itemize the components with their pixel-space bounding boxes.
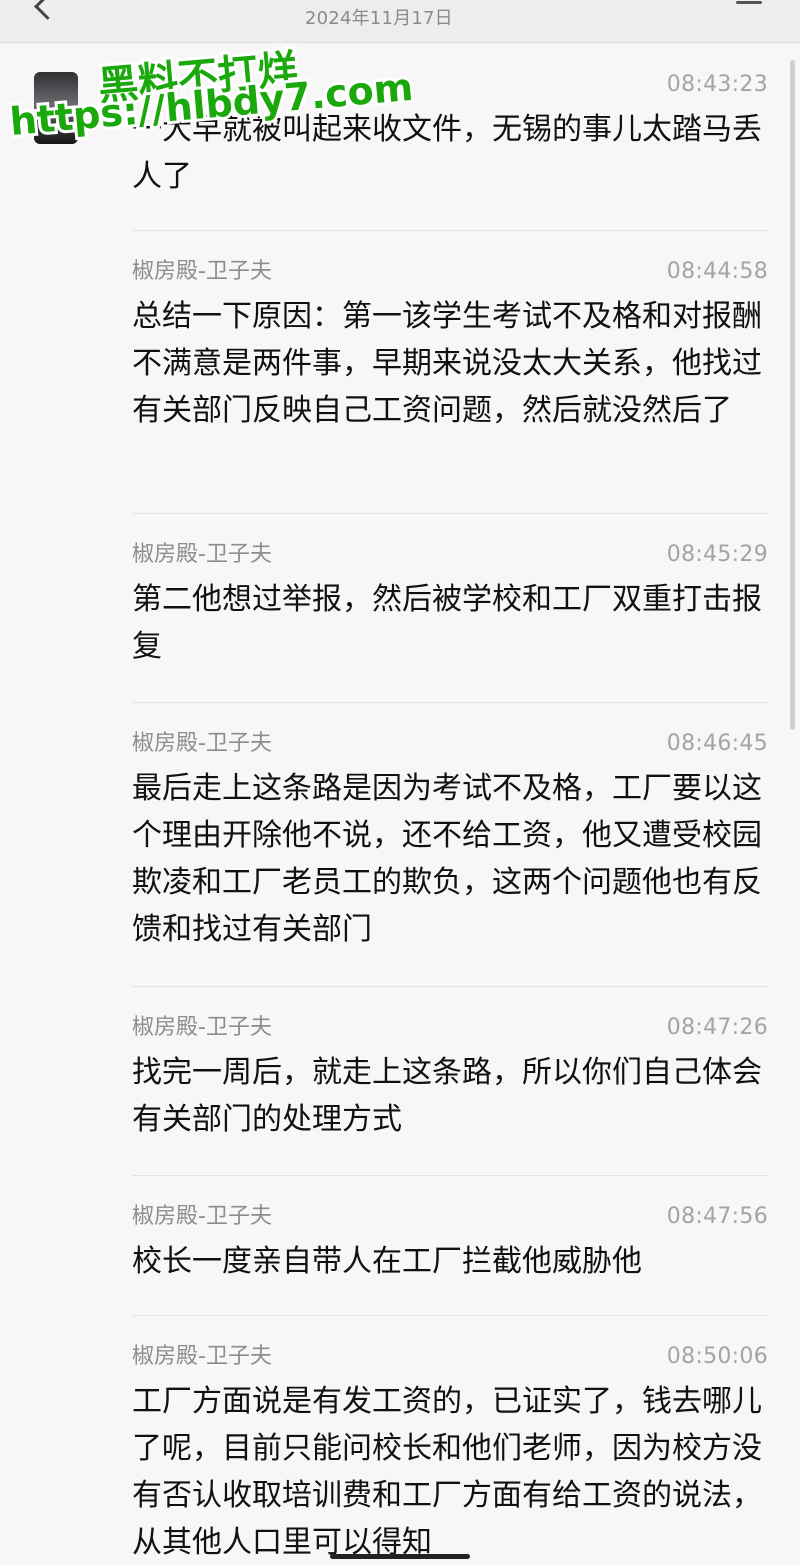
back-arrow-icon[interactable]: [34, 0, 61, 20]
message-text: 找完一周后，就走上这条路，所以你们自己体会有关部门的处理方式: [132, 1055, 762, 1137]
message-header: 椒房殿-卫子夫 08:46:45: [132, 727, 768, 761]
more-icon[interactable]: [736, 1, 762, 4]
message-divider: [132, 1175, 768, 1176]
message-item: 椒房殿-卫子夫 08:44:58 总结一下原因：第一该学生考试不及格和对报酬不满…: [132, 255, 768, 434]
watermark: 黑料不打烊 https://hlbdy7.com: [5, 42, 418, 152]
sender-name: 椒房殿-卫子夫: [132, 1204, 272, 1229]
message-time: 08:46:45: [666, 731, 768, 756]
message-time: 08:47:56: [666, 1204, 768, 1229]
scrollbar-thumb[interactable]: [790, 60, 795, 730]
message-item: 椒房殿-卫子夫 08:46:45 最后走上这条路是因为考试不及格，工厂要以这个理…: [132, 727, 768, 953]
sender-name: 椒房殿-卫子夫: [132, 542, 272, 567]
message-time: 08:44:58: [666, 259, 768, 284]
message-header: 椒房殿-卫子夫 08:45:29: [132, 538, 768, 572]
sender-name: 椒房殿-卫子夫: [132, 259, 272, 284]
home-indicator[interactable]: [330, 1554, 470, 1559]
message-divider: [132, 230, 768, 231]
message-header: 椒房殿-卫子夫 08:50:06: [132, 1340, 768, 1374]
message-divider: [132, 702, 768, 703]
message-text: 工厂方面说是有发工资的，已证实了，钱去哪儿了呢，目前只能问校长和他们老师，因为校…: [132, 1384, 762, 1560]
message-time: 08:47:26: [666, 1015, 768, 1040]
message-item: 椒房殿-卫子夫 08:47:26 找完一周后，就走上这条路，所以你们自己体会有关…: [132, 1011, 768, 1143]
message-header: 椒房殿-卫子夫 08:44:58: [132, 255, 768, 289]
date-label: 2024年11月17日: [305, 8, 453, 29]
message-text: 校长一度亲自带人在工厂拦截他威胁他: [132, 1244, 642, 1279]
message-text: 最后走上这条路是因为考试不及格，工厂要以这个理由开除他不说，还不给工资，他又遭受…: [132, 771, 762, 947]
message-header: 椒房殿-卫子夫 08:47:56: [132, 1200, 768, 1234]
message-text: 第二他想过举报，然后被学校和工厂双重打击报复: [132, 582, 762, 664]
sender-name: 椒房殿-卫子夫: [132, 1344, 272, 1369]
message-header: 椒房殿-卫子夫 08:47:26: [132, 1011, 768, 1045]
message-divider: [132, 986, 768, 987]
message-time: 08:45:29: [666, 542, 768, 567]
message-item: 椒房殿-卫子夫 08:45:29 第二他想过举报，然后被学校和工厂双重打击报复: [132, 538, 768, 670]
message-item: 椒房殿-卫子夫 08:50:06 工厂方面说是有发工资的，已证实了，钱去哪儿了呢…: [132, 1340, 768, 1565]
sender-name: 椒房殿-卫子夫: [132, 1015, 272, 1040]
message-divider: [132, 1315, 768, 1316]
message-time: 08:50:06: [666, 1344, 768, 1369]
message-text: 总结一下原因：第一该学生考试不及格和对报酬不满意是两件事，早期来说没太大关系，他…: [132, 299, 762, 428]
top-bar: 2024年11月17日: [0, 0, 800, 43]
message-divider: [132, 513, 768, 514]
scrollbar-track[interactable]: [790, 42, 795, 1565]
chat-history-screen: 2024年11月17日 黑料不打烊 https://hlbdy7.com 08:…: [0, 0, 800, 1565]
message-item: 椒房殿-卫子夫 08:47:56 校长一度亲自带人在工厂拦截他威胁他: [132, 1200, 768, 1285]
message-time: 08:43:23: [666, 72, 768, 97]
sender-name: 椒房殿-卫子夫: [132, 731, 272, 756]
